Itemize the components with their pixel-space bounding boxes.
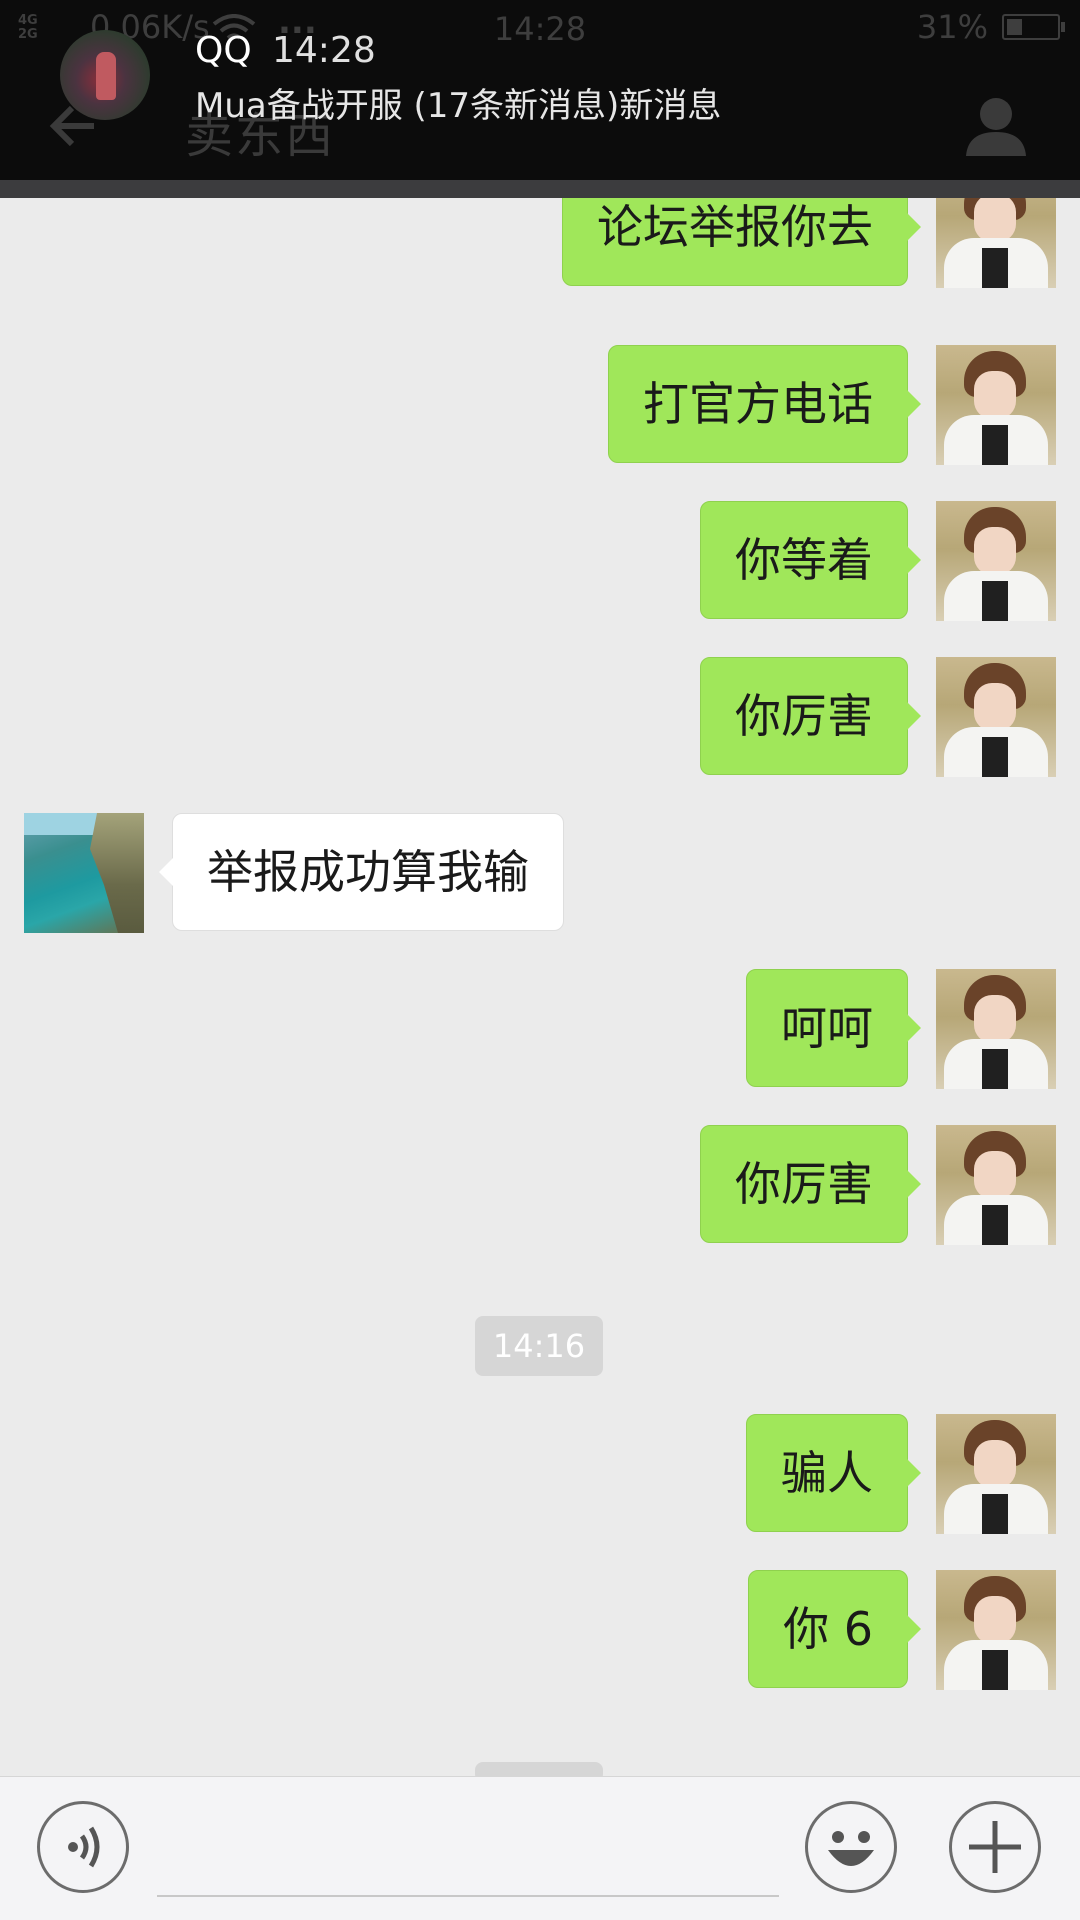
battery-percent: 31% [916,8,988,46]
my-avatar[interactable] [936,501,1056,621]
message-bubble-sent[interactable]: 打官方电话 [608,345,921,463]
message-bubble-received[interactable]: 举报成功算我输 [159,813,564,931]
chat-screen: 4G 2G 0.06K/s ... 14:28 31% 卖东西 QQ 14:28… [0,0,1080,1920]
my-avatar[interactable] [936,969,1056,1089]
person-icon[interactable] [962,92,1030,160]
my-avatar[interactable] [936,345,1056,465]
message-bubble-sent[interactable]: 论坛举报你去 [562,198,921,286]
message-bubble-sent[interactable]: 你 6 [748,1570,921,1688]
emoji-button[interactable] [805,1801,897,1893]
header-divider [0,180,1080,198]
notification-time[interactable]: 14:28 [272,30,376,71]
timestamp-chip-partial [475,1762,603,1776]
message-input[interactable] [157,1817,783,1895]
message-bubble-sent[interactable]: 你等着 [700,501,921,619]
more-options-button[interactable] [949,1801,1041,1893]
battery-icon [1002,14,1065,40]
message-bubble-sent[interactable]: 你厉害 [700,1125,921,1243]
voice-icon [68,1826,100,1868]
message-list[interactable]: 论坛举报你去 打官方电话 你等着 你厉害 举报成功算我输 呵呵 你厉害 14:1… [0,198,1080,1776]
my-avatar[interactable] [936,1570,1056,1690]
emoji-icon [828,1831,874,1866]
message-bubble-sent[interactable]: 骗人 [746,1414,921,1532]
top-bar: 4G 2G 0.06K/s ... 14:28 31% 卖东西 QQ 14:28… [0,0,1080,180]
message-bubble-sent[interactable]: 呵呵 [746,969,921,1087]
my-avatar[interactable] [936,198,1056,288]
message-bubble-sent[interactable]: 你厉害 [700,657,921,775]
voice-button[interactable] [37,1801,129,1893]
timestamp-chip: 14:16 [475,1316,603,1376]
contact-avatar[interactable] [24,813,144,933]
my-avatar[interactable] [936,1125,1056,1245]
battery-fill [1007,19,1022,35]
notification-app-name[interactable]: QQ [195,30,252,71]
plus-icon [969,1821,1021,1873]
input-underline [157,1895,779,1897]
notification-avatar[interactable] [60,30,150,120]
notification-text[interactable]: Mua备战开服 (17条新消息)新消息 [195,78,721,127]
my-avatar[interactable] [936,1414,1056,1534]
my-avatar[interactable] [936,657,1056,777]
input-bar [0,1776,1080,1920]
